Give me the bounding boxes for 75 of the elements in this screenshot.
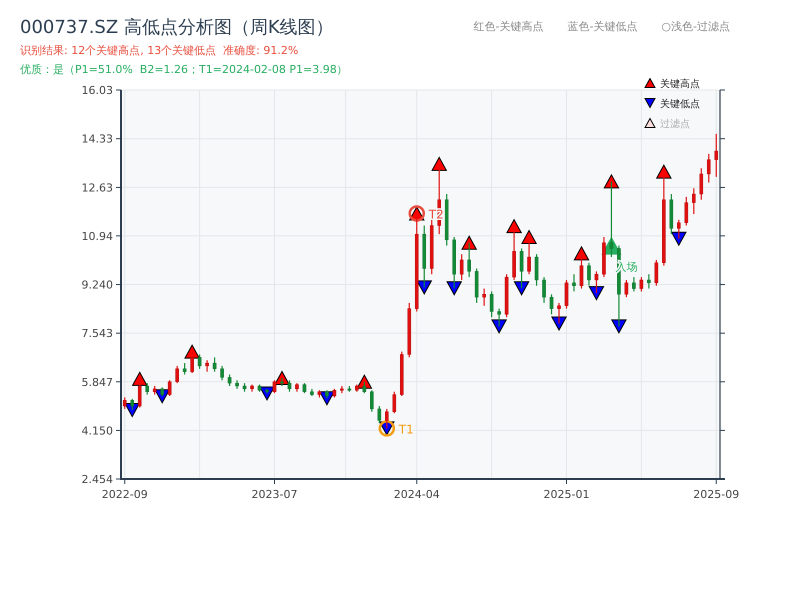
candlestick <box>220 366 224 382</box>
candlestick <box>520 248 524 290</box>
candlestick <box>647 274 651 290</box>
candlestick <box>542 276 546 304</box>
y-tick-label: 9.240 <box>82 278 113 292</box>
candlestick <box>175 366 179 384</box>
y-tick-label: 5.847 <box>82 376 113 390</box>
quality-summary: 优质：是（P1=51.0% B2=1.26；T1=2024-02-08 P1=3.98） <box>19 62 349 78</box>
candlestick <box>145 382 150 396</box>
legend-text: ○浅色-过滤点 <box>661 19 730 35</box>
candlestick <box>392 392 396 414</box>
candlestick <box>677 220 681 240</box>
candlestick <box>378 406 382 424</box>
x-tick-label: 2022-09 <box>102 488 148 502</box>
candlestick <box>587 262 591 287</box>
candlestick <box>564 280 568 310</box>
candlestick <box>272 380 276 394</box>
candlestick <box>610 181 614 258</box>
y-tick-label: 10.94 <box>82 230 113 244</box>
x-tick-label: 2023-07 <box>252 488 298 502</box>
y-tick-label: 14.33 <box>82 133 113 146</box>
candlestick <box>467 242 471 278</box>
candlestick <box>580 253 584 290</box>
y-tick-label: 16.03 <box>82 84 113 98</box>
candlestick <box>706 154 711 184</box>
legend-label: 关键高点 <box>660 79 700 90</box>
candlestick <box>714 134 718 178</box>
candlestick <box>490 291 494 318</box>
chart-title: 000737.SZ 高低点分析图（周K线图） <box>20 16 334 40</box>
candlestick <box>138 378 142 408</box>
candlestick <box>168 380 172 398</box>
candlestick <box>198 354 202 370</box>
x-tick-label: 2025-01 <box>544 488 590 502</box>
candlestick <box>122 397 127 410</box>
candlestick <box>497 308 501 328</box>
candlestick <box>550 294 554 316</box>
candlestick <box>460 254 464 281</box>
candlestick <box>302 382 306 394</box>
candlestick <box>624 280 628 298</box>
candlestick <box>527 236 531 276</box>
candlestick <box>572 274 576 292</box>
candlestick <box>482 288 486 307</box>
candlestick <box>130 398 134 412</box>
candlestick <box>182 362 186 376</box>
y-tick-label: 2.454 <box>82 473 113 486</box>
candlestick <box>640 276 644 292</box>
legend-label: 关键低点 <box>660 99 700 110</box>
legend-text: 蓝色-关键低点 <box>567 19 638 35</box>
candlestick <box>370 390 374 413</box>
y-tick-label: 7.543 <box>82 328 113 341</box>
candlestick <box>699 168 704 201</box>
x-tick-label: 2025-09 <box>693 488 740 502</box>
candlestick <box>205 360 209 373</box>
legend-label: 过滤点 <box>660 119 690 130</box>
x-tick-label: 2024-04 <box>394 488 440 502</box>
candlestick <box>385 408 389 430</box>
y-tick-label: 4.150 <box>82 424 113 438</box>
candlestick <box>212 357 216 373</box>
y-tick-label: 12.63 <box>82 182 113 195</box>
candlestick <box>632 276 636 292</box>
candlestick <box>684 196 688 227</box>
result-summary: 识别结果: 12个关键高点, 13个关键低点 准确度: 91.2% <box>19 43 300 60</box>
filtered-point-legend-icon <box>644 118 656 128</box>
candlestick <box>190 351 194 374</box>
low-point-legend-icon <box>644 98 656 109</box>
candlestick <box>692 188 696 216</box>
candlestick <box>228 374 232 387</box>
candlestick <box>534 254 538 287</box>
target-label: T1 <box>398 422 414 437</box>
legend-text: 红色-关键高点 <box>473 19 544 35</box>
candlestick <box>362 381 366 394</box>
candlestick <box>654 260 658 287</box>
candlestick <box>288 380 292 393</box>
candlestick <box>594 271 598 294</box>
candlestick <box>557 302 561 325</box>
